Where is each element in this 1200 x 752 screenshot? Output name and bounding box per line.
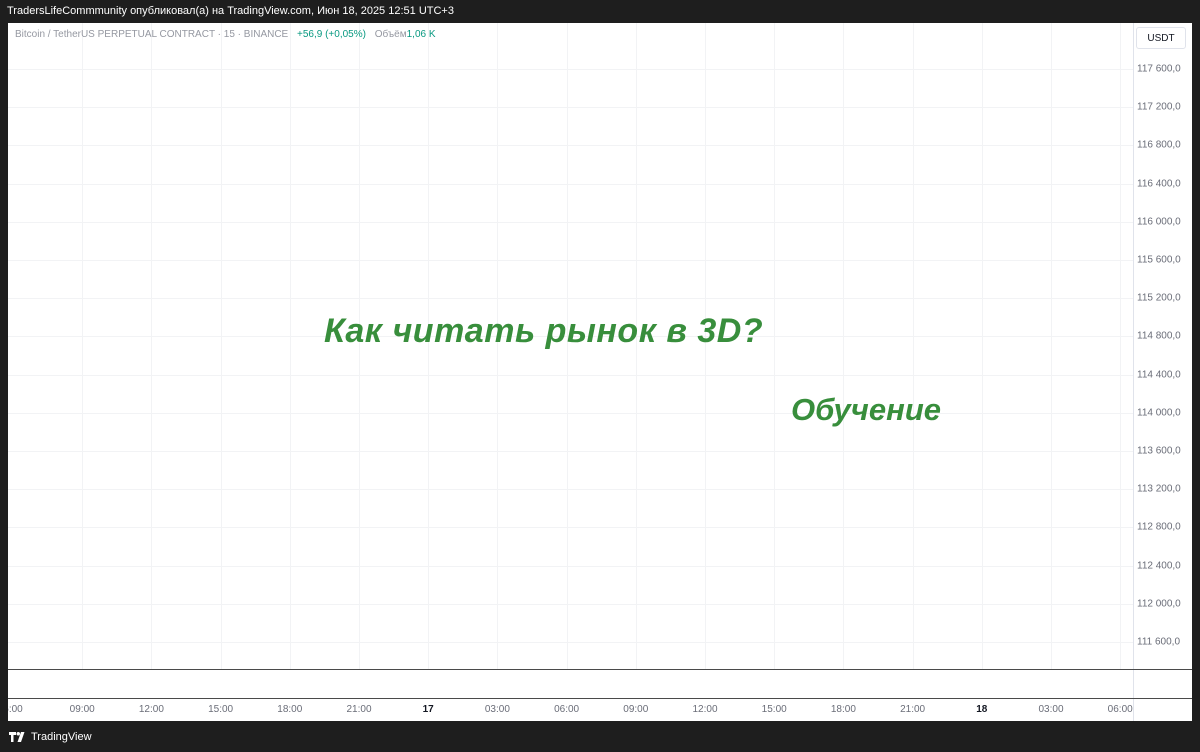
time-label: 18:00	[830, 704, 856, 715]
time-label: 06:00	[1107, 704, 1133, 715]
time-label: 09:00	[623, 704, 649, 715]
price-label: 114 800,0	[1137, 330, 1181, 342]
volume-label: Объём	[374, 29, 407, 40]
time-label: 21:00	[900, 704, 926, 715]
symbol-legend: Bitcoin / TetherUS PERPETUAL CONTRACT · …	[15, 29, 436, 40]
time-axis-border	[8, 698, 1192, 699]
grid-line-horizontal	[8, 527, 1133, 529]
time-label: 6:00	[8, 704, 23, 715]
grid-line-horizontal	[8, 412, 1133, 414]
time-label: 06:00	[554, 704, 580, 715]
price-label: 116 000,0	[1137, 216, 1181, 228]
grid-line-horizontal	[8, 183, 1133, 185]
headline-text: Как читать рынок в 3D?	[324, 312, 764, 350]
grid-line-horizontal	[8, 221, 1133, 223]
footer-brand: TradingView	[31, 730, 92, 743]
price-label: 114 000,0	[1137, 407, 1181, 419]
grid-line-horizontal	[8, 565, 1133, 567]
grid-line-vertical	[289, 23, 291, 670]
price-label: 112 000,0	[1137, 598, 1181, 610]
time-label: 21:00	[346, 704, 372, 715]
time-label: 03:00	[1038, 704, 1064, 715]
price-label: 115 600,0	[1137, 254, 1181, 266]
time-label: 15:00	[761, 704, 787, 715]
tradingview-logo-icon	[9, 731, 25, 742]
time-label: 18:00	[277, 704, 303, 715]
grid-line-horizontal	[8, 489, 1133, 491]
price-label: 111 600,0	[1137, 636, 1181, 648]
price-label: 112 400,0	[1137, 560, 1181, 572]
currency-button[interactable]: USDT	[1136, 27, 1186, 49]
grid-line-vertical	[912, 23, 914, 670]
grid-line-vertical	[981, 23, 983, 670]
grid-line-horizontal	[8, 374, 1133, 376]
grid-line-horizontal	[8, 451, 1133, 452]
price-label: 116 400,0	[1137, 178, 1181, 190]
time-label: 18	[976, 704, 988, 715]
price-label: 114 400,0	[1137, 369, 1181, 381]
price-label: 113 200,0	[1137, 483, 1181, 495]
grid-line-horizontal	[8, 107, 1133, 109]
pane-separator[interactable]	[8, 669, 1192, 670]
time-label: 12:00	[138, 704, 164, 715]
price-label: 117 600,0	[1137, 63, 1181, 75]
grid-line-horizontal	[8, 145, 1133, 147]
grid-line-vertical	[1051, 23, 1052, 670]
time-label: 15:00	[208, 704, 234, 715]
volume-value: 1,06 K	[406, 29, 436, 40]
grid-line-vertical	[1120, 23, 1122, 670]
grid-line-horizontal	[8, 260, 1133, 261]
price-axis-border	[1133, 23, 1134, 721]
grid-line-vertical	[151, 23, 153, 670]
time-label: 03:00	[484, 704, 510, 715]
grid-line-vertical	[843, 23, 845, 670]
grid-line-vertical	[774, 23, 776, 670]
publish-info-bar: TradersLifeCommmunity опубликовал(а) на …	[0, 0, 1200, 23]
time-label: 17	[422, 704, 434, 715]
price-label: 113 600,0	[1137, 445, 1181, 457]
price-label: 115 200,0	[1137, 292, 1181, 304]
time-label: 09:00	[69, 704, 95, 715]
publish-line: TradersLifeCommmunity опубликовал(а) на …	[7, 5, 454, 17]
grid-line-horizontal	[8, 69, 1133, 70]
time-label: 12:00	[692, 704, 718, 715]
grid-line-vertical	[220, 23, 222, 670]
subline-text: Обучение	[791, 392, 941, 427]
footer-bar: TradingView	[0, 721, 1200, 752]
grid-line-horizontal	[8, 603, 1133, 605]
price-change: +56,9 (+0,05%)	[297, 29, 366, 40]
grid-line-vertical	[82, 23, 84, 670]
price-label: 116 800,0	[1137, 139, 1181, 151]
grid-line-horizontal	[8, 298, 1133, 300]
price-label: 117 200,0	[1137, 101, 1181, 113]
price-label: 112 800,0	[1137, 521, 1181, 533]
chart-pane[interactable]: Bitcoin / TetherUS PERPETUAL CONTRACT · …	[8, 23, 1192, 721]
grid-line-horizontal	[8, 642, 1133, 643]
symbol-title[interactable]: Bitcoin / TetherUS PERPETUAL CONTRACT · …	[15, 29, 288, 40]
